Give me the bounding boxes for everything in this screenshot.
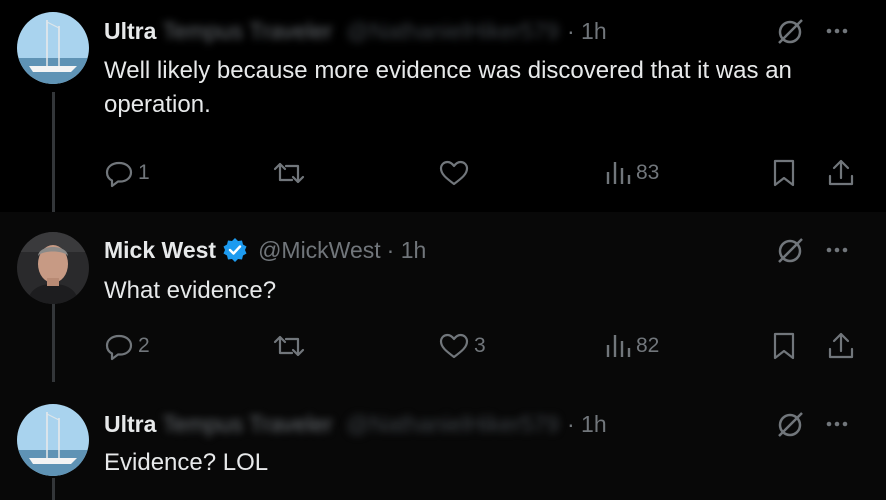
views-button[interactable]: 83: [604, 158, 659, 188]
like-count: 3: [474, 334, 486, 357]
avatar-ultra[interactable]: [17, 404, 89, 476]
repost-icon: [273, 335, 305, 357]
author-name[interactable]: Ultra: [104, 18, 156, 45]
repost-icon: [273, 162, 305, 184]
bookmark-icon: [773, 332, 795, 360]
reply-button[interactable]: 1: [104, 158, 150, 188]
share-button[interactable]: [826, 158, 856, 188]
timestamp[interactable]: · 1h: [387, 237, 427, 264]
views-icon: [606, 162, 631, 184]
blurred-handle: @NathanielHiker579: [346, 17, 559, 44]
grok-icon[interactable]: [774, 409, 806, 441]
views-button[interactable]: 82: [604, 331, 659, 361]
like-icon: [439, 333, 469, 359]
repost-button[interactable]: [272, 158, 306, 188]
views-count: 82: [636, 334, 660, 357]
reply-count: 1: [138, 161, 150, 184]
share-button[interactable]: [826, 331, 856, 361]
bookmark-button[interactable]: [770, 158, 798, 188]
tweet-3[interactable]: Ultra Tempus Traveler @NathanielHiker579…: [0, 382, 886, 500]
bookmark-icon: [773, 159, 795, 187]
blurred-handle: @NathanielHiker579: [346, 410, 559, 437]
share-icon: [828, 332, 854, 359]
views-icon: [606, 335, 631, 357]
tweet-1[interactable]: Ultra Tempus Traveler @NathanielHiker579…: [0, 0, 886, 212]
tweet-text: Well likely because more evidence was di…: [104, 57, 792, 118]
action-bar: 2 3 82: [104, 331, 858, 363]
author-handle[interactable]: @MickWest: [258, 237, 381, 264]
tweet-text: Evidence? LOL: [104, 449, 269, 476]
tweet-header: Ultra Tempus Traveler @NathanielHiker579…: [104, 16, 607, 46]
reply-icon: [105, 334, 133, 361]
reply-button[interactable]: 2: [104, 331, 150, 361]
views-count: 83: [636, 161, 660, 184]
like-button[interactable]: [438, 158, 470, 188]
repost-button[interactable]: [272, 331, 306, 361]
more-icon[interactable]: [822, 16, 852, 46]
like-button[interactable]: 3: [438, 331, 486, 361]
more-icon[interactable]: [822, 409, 852, 439]
tweet-text: What evidence?: [104, 277, 277, 304]
avatar-mick-west[interactable]: [17, 232, 89, 304]
author-name[interactable]: Mick West: [104, 237, 216, 264]
tweet-2[interactable]: Mick West @MickWest · 1h What evidence? …: [0, 212, 886, 382]
author-name[interactable]: Ultra: [104, 411, 156, 438]
grok-icon[interactable]: [774, 16, 806, 48]
blurred-display-name: Tempus Traveler: [162, 17, 333, 44]
thread-line: [52, 92, 55, 212]
reply-count: 2: [138, 334, 150, 357]
action-bar: 1 83: [104, 158, 858, 190]
more-icon[interactable]: [822, 235, 852, 265]
timestamp[interactable]: · 1h: [567, 411, 607, 438]
avatar-ultra[interactable]: [17, 12, 89, 84]
tweet-header: Mick West @MickWest · 1h: [104, 235, 426, 265]
grok-icon[interactable]: [774, 235, 806, 267]
tweet-header: Ultra Tempus Traveler @NathanielHiker579…: [104, 409, 607, 439]
share-icon: [828, 159, 854, 186]
thread-line: [52, 478, 55, 500]
bookmark-button[interactable]: [770, 331, 798, 361]
thread-line: [52, 304, 55, 382]
timestamp[interactable]: · 1h: [567, 18, 607, 45]
verified-badge-icon: [222, 237, 248, 263]
reply-icon: [105, 161, 133, 188]
blurred-display-name: Tempus Traveler: [162, 410, 333, 437]
like-icon: [439, 160, 469, 186]
